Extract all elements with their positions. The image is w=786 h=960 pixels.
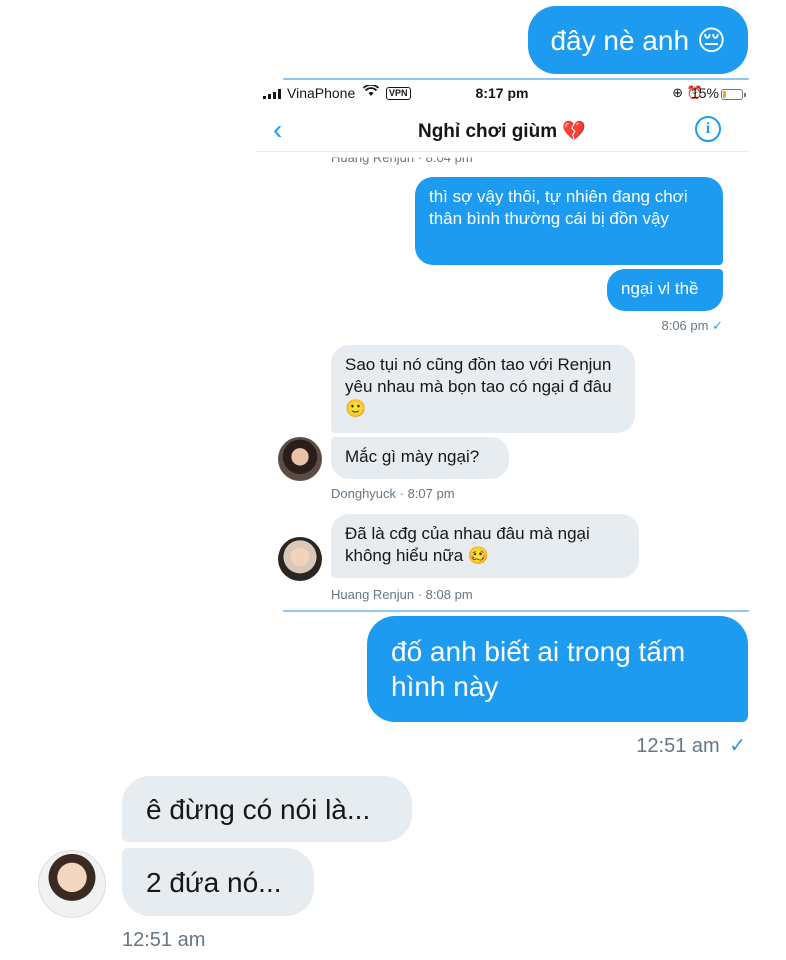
avatar[interactable] — [278, 537, 322, 581]
avatar[interactable] — [38, 850, 106, 918]
checkmark-icon: ✓ — [729, 735, 746, 757]
divider — [283, 610, 749, 612]
message-timestamp: 8:06 pm ✓ — [661, 318, 723, 334]
message-text: ê đừng có nói là... — [146, 793, 371, 825]
message-text: đố anh biết ai trong tấm hình này — [391, 636, 686, 702]
battery-level — [723, 91, 726, 98]
message-text: thì sợ vậy thôi, tự nhiên đang chơi thân… — [429, 187, 688, 229]
message-bubble-sent[interactable]: đây nè anh 😔 — [528, 6, 748, 74]
conversation-title: Nghỉ chơi giùm 💔 — [417, 121, 587, 142]
message-meta: Huang Renjun · 8:08 pm — [331, 587, 473, 602]
message-text: đây nè anh 😔 — [550, 24, 726, 56]
message-text: Mắc gì mày ngại? — [345, 447, 480, 466]
message-timestamp: 12:51 am — [122, 929, 206, 951]
message-text: 2 đứa nó... — [146, 866, 282, 898]
info-icon[interactable]: i — [695, 116, 721, 142]
status-bar: VinaPhone VPN 8:17 pm ⊕ ⏰ 15% — [255, 82, 749, 106]
battery-icon — [721, 89, 746, 100]
checkmark-icon: ✓ — [712, 318, 723, 333]
embedded-screenshot[interactable]: VinaPhone VPN 8:17 pm ⊕ ⏰ 15% ‹ Nghỉ chơ… — [255, 78, 749, 612]
message-text: ngại vl thề — [621, 279, 699, 298]
message-bubble-sent[interactable]: đố anh biết ai trong tấm hình này — [367, 616, 748, 722]
message-bubble-received[interactable]: Đã là cđg của nhau đâu mà ngại không hiể… — [331, 514, 639, 578]
conversation-header: ‹ Nghỉ chơi giùm 💔 i — [255, 110, 749, 152]
message-bubble-sent[interactable]: thì sợ vậy thôi, tự nhiên đang chơi thân… — [415, 177, 723, 265]
message-text: Sao tụi nó cũng đồn tao với Renjun yêu n… — [345, 355, 612, 419]
battery-percent: 15% — [690, 85, 719, 101]
timestamp-text: 8:06 pm — [661, 318, 709, 333]
message-bubble-sent[interactable]: ngại vl thề — [607, 269, 723, 311]
message-bubble-received[interactable]: 2 đứa nó... — [122, 848, 314, 916]
message-timestamp: 12:51 am ✓ — [636, 733, 746, 758]
message-bubble-received[interactable]: Mắc gì mày ngại? — [331, 437, 509, 479]
message-bubble-received[interactable]: Sao tụi nó cũng đồn tao với Renjun yêu n… — [331, 345, 635, 433]
message-text: Đã là cđg của nhau đâu mà ngại không hiể… — [345, 524, 590, 566]
timestamp-text: 12:51 am — [636, 735, 720, 757]
divider — [283, 78, 749, 80]
message-meta: Huang Renjun · 8:04 pm — [331, 150, 473, 166]
message-meta: Donghyuck · 8:07 pm — [331, 486, 455, 501]
avatar[interactable] — [278, 437, 322, 481]
message-bubble-received[interactable]: ê đừng có nói là... — [122, 776, 412, 842]
